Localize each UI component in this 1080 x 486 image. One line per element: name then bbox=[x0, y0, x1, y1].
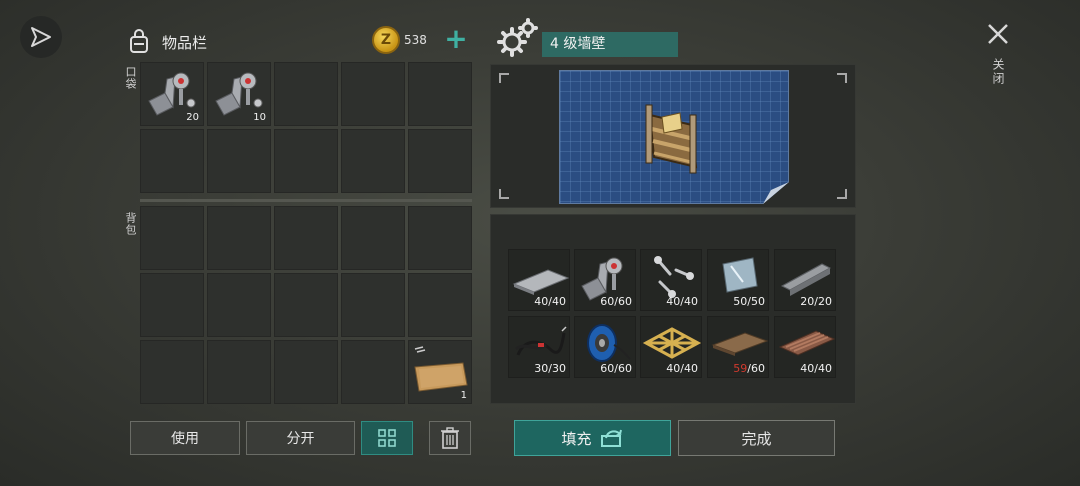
pocket-slot[interactable] bbox=[408, 129, 472, 193]
pocket-slot[interactable] bbox=[341, 62, 405, 126]
backpack-icon bbox=[130, 29, 148, 53]
fill-button-label: 填充 bbox=[561, 429, 592, 448]
backpack-slot[interactable] bbox=[408, 206, 472, 270]
pocket-slot[interactable] bbox=[341, 129, 405, 193]
material-count: 60/60 bbox=[600, 362, 632, 375]
inventory-title: 物品栏 bbox=[162, 33, 208, 52]
trash-icon bbox=[441, 427, 459, 449]
paper-curl-icon bbox=[763, 182, 789, 204]
slot-quantity: 20 bbox=[186, 112, 199, 123]
sort-button[interactable] bbox=[361, 421, 413, 455]
backpack-slot[interactable] bbox=[274, 273, 338, 337]
backpack-slot[interactable]: 1 bbox=[408, 340, 472, 404]
delete-button[interactable] bbox=[429, 421, 471, 455]
material-count: 59/60 bbox=[733, 362, 765, 375]
material-slot[interactable]: 40/40 bbox=[508, 249, 570, 311]
inventory-header: 物品栏 bbox=[126, 26, 207, 58]
material-slot[interactable]: 20/20 bbox=[774, 249, 836, 311]
backpack-slot[interactable] bbox=[274, 206, 338, 270]
backpack-slot[interactable] bbox=[341, 206, 405, 270]
material-count: 40/40 bbox=[534, 295, 566, 308]
frame-corner bbox=[499, 73, 509, 83]
material-slot[interactable]: 60/60 bbox=[574, 249, 636, 311]
backpack-slot[interactable] bbox=[207, 273, 271, 337]
blueprint-paper bbox=[559, 70, 789, 204]
wall-model-icon bbox=[645, 104, 698, 174]
use-button[interactable]: 使用 bbox=[130, 421, 240, 455]
pocket-slot[interactable] bbox=[207, 129, 271, 193]
backpack-slot[interactable] bbox=[341, 340, 405, 404]
frame-corner bbox=[837, 189, 847, 199]
close-button[interactable] bbox=[984, 20, 1012, 48]
done-button[interactable]: 完成 bbox=[678, 420, 835, 456]
inventory-divider bbox=[140, 199, 472, 202]
add-coins-button[interactable]: + bbox=[444, 25, 468, 53]
pocket-label: 口袋 bbox=[124, 66, 137, 90]
backpack-slot[interactable] bbox=[207, 206, 271, 270]
material-slot[interactable]: 50/50 bbox=[707, 249, 769, 311]
material-slot[interactable]: 60/60 bbox=[574, 316, 636, 378]
fill-button[interactable]: 填充 bbox=[514, 420, 671, 456]
material-count: 40/40 bbox=[666, 362, 698, 375]
material-count: 20/20 bbox=[800, 295, 832, 308]
backpack-slot[interactable] bbox=[140, 206, 204, 270]
pocket-slot[interactable] bbox=[140, 129, 204, 193]
pocket-slot[interactable] bbox=[274, 129, 338, 193]
backpack-label: 背包 bbox=[124, 212, 137, 236]
backpack-slot[interactable] bbox=[341, 273, 405, 337]
backpack-slot[interactable] bbox=[140, 273, 204, 337]
gears-icon bbox=[496, 18, 540, 58]
recipe-name: 4 级墙壁 bbox=[542, 32, 678, 57]
material-slot[interactable]: 30/30 bbox=[508, 316, 570, 378]
bolt-bracket-icon bbox=[215, 72, 263, 116]
coin-count: 538 bbox=[404, 33, 427, 47]
material-count: 40/40 bbox=[800, 362, 832, 375]
split-button[interactable]: 分开 bbox=[246, 421, 355, 455]
bolt-bracket-icon bbox=[148, 72, 196, 116]
backpack-slot[interactable] bbox=[408, 273, 472, 337]
material-count: 60/60 bbox=[600, 295, 632, 308]
material-slot[interactable]: 59/60 bbox=[707, 316, 769, 378]
material-count: 50/50 bbox=[733, 295, 765, 308]
fill-transfer-icon bbox=[600, 429, 622, 447]
navigation-arrow-icon bbox=[31, 27, 51, 47]
material-count: 40/40 bbox=[666, 295, 698, 308]
close-icon bbox=[988, 24, 1008, 44]
slot-quantity: 10 bbox=[253, 112, 266, 123]
navigation-button[interactable] bbox=[20, 16, 62, 58]
pocket-slot[interactable]: 20 bbox=[140, 62, 204, 126]
material-count: 30/30 bbox=[534, 362, 566, 375]
frame-corner bbox=[499, 189, 509, 199]
material-slot[interactable]: 40/40 bbox=[640, 249, 702, 311]
close-label[interactable]: 关闭 bbox=[990, 58, 1007, 86]
grid-sort-icon bbox=[378, 429, 396, 447]
backpack-slot[interactable] bbox=[274, 340, 338, 404]
slot-quantity: 1 bbox=[460, 390, 467, 401]
backpack-slot[interactable] bbox=[140, 340, 204, 404]
frame-corner bbox=[837, 73, 847, 83]
material-slot[interactable]: 40/40 bbox=[640, 316, 702, 378]
metal-sheet-icon bbox=[512, 269, 570, 295]
pocket-slot[interactable]: 10 bbox=[207, 62, 271, 126]
material-slot[interactable]: 40/40 bbox=[774, 316, 836, 378]
blueprint-scroll-icon bbox=[414, 346, 468, 392]
pocket-slot[interactable] bbox=[274, 62, 338, 126]
pocket-slot[interactable] bbox=[408, 62, 472, 126]
coin-icon: Z bbox=[372, 26, 400, 54]
backpack-slot[interactable] bbox=[207, 340, 271, 404]
